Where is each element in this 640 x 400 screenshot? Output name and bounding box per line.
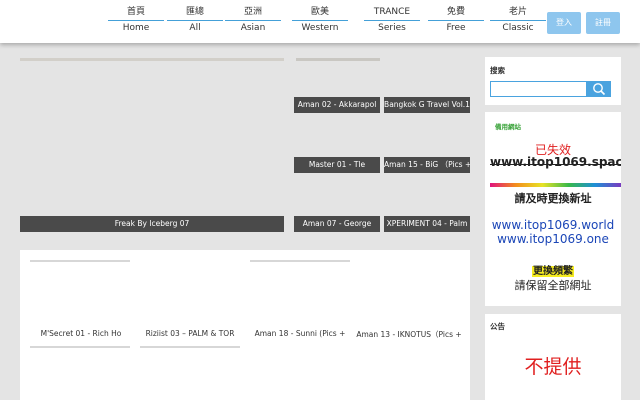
new-url-link[interactable]: www.itop1069.one [485, 232, 621, 246]
backup-sites-widget: 備用網站 已失效 www.itop1069.space 請及時更換新址 www.… [485, 112, 621, 306]
thumbnail-edge [140, 346, 240, 348]
change-often-label: 更換頻繁 [485, 262, 621, 277]
nav-label-en: Home [122, 23, 150, 33]
backup-sites-title: 備用網站 [495, 123, 521, 131]
rainbow-divider [490, 183, 621, 187]
search-button[interactable] [587, 81, 611, 97]
search-icon [593, 83, 606, 96]
strikethrough-line [490, 164, 621, 165]
grid-caption[interactable]: Aman 02 - Akkarapol [294, 97, 380, 113]
login-button[interactable]: 登入 [547, 12, 581, 34]
nav-item-asian[interactable]: 亞洲 Asian [222, 7, 284, 34]
nav-label-zh: TRANCE [373, 7, 411, 17]
notice-title: 公告 [490, 322, 505, 331]
nav-label-zh: 首頁 [126, 7, 145, 17]
grid-caption[interactable]: Bangkok G Travel Vol.1 [384, 97, 470, 113]
nav-label-en: Western [301, 23, 339, 33]
nav-item-classic[interactable]: 老片 Classic [487, 7, 549, 34]
old-url: www.itop1069.space [490, 155, 621, 169]
thumbnail-edge [250, 260, 350, 262]
grid-caption[interactable]: Aman 07 - George [294, 216, 380, 232]
search-input[interactable] [490, 81, 587, 97]
nav-item-series[interactable]: TRANCE Series [361, 7, 423, 34]
featured-thumbnail[interactable] [20, 52, 284, 232]
nav-underline [292, 20, 348, 21]
nav-label-en: Free [446, 23, 466, 33]
video-caption[interactable]: Aman 18 - Sunni (Pics + [245, 329, 355, 338]
top-navbar: 首頁 Home 匯總 All 亞洲 Asian 歐美 Western TRANC… [0, 0, 640, 43]
nav-underline [225, 20, 281, 21]
video-caption[interactable]: Riziist 03 – PALM & TOR [135, 329, 245, 338]
nav-label-zh: 老片 [508, 7, 527, 17]
new-url-link[interactable]: www.itop1069.world [485, 218, 621, 232]
nav-item-free[interactable]: 免費 Free [425, 7, 487, 34]
nav-label-zh: 歐美 [310, 7, 329, 17]
thumbnail-edge [20, 58, 284, 61]
grid-caption[interactable]: Master 01 - Tle [294, 157, 380, 173]
grid-caption[interactable]: Aman 15 - BiG （Pics + [384, 157, 470, 173]
featured-grid: Freak By Iceberg 07 Aman 02 - Akkarapol … [20, 52, 470, 240]
search-title: 搜索 [490, 66, 505, 75]
nav-label-en: Classic [502, 23, 534, 33]
video-caption[interactable]: M'Secret 01 - Rich Ho [26, 329, 136, 338]
nav-underline [167, 20, 223, 21]
notice-widget: 公告 不提供 [485, 314, 621, 400]
video-list-panel: M'Secret 01 - Rich Ho Riziist 03 – PALM … [20, 250, 470, 400]
grid-caption[interactable]: XPERIMENT 04 - Palm [384, 216, 470, 232]
highlighted-text: 更換頻繁 [532, 266, 574, 277]
nav-item-all[interactable]: 匯總 All [164, 7, 226, 34]
register-button[interactable]: 註冊 [586, 12, 620, 34]
nav-underline [108, 20, 164, 21]
thumbnail-edge [296, 58, 380, 61]
thumbnail-edge [30, 346, 130, 348]
nav-label-zh: 亞洲 [243, 7, 262, 17]
nav-underline [428, 20, 484, 21]
notice-text: 不提供 [524, 356, 582, 378]
keep-all-urls-label: 請保留全部網址 [514, 279, 592, 292]
nav-label-zh: 免費 [446, 7, 465, 17]
nav-label-en: All [189, 23, 201, 33]
nav-label-zh: 匯總 [185, 7, 204, 17]
nav-item-western[interactable]: 歐美 Western [289, 7, 351, 34]
nav-underline [364, 20, 420, 21]
nav-underline [490, 20, 546, 21]
featured-caption[interactable]: Freak By Iceberg 07 [20, 216, 284, 232]
thumbnail-edge [30, 260, 130, 262]
nav-label-en: Asian [240, 23, 266, 33]
nav-label-en: Series [378, 23, 406, 33]
change-address-notice: 請及時更換新址 [514, 192, 592, 205]
video-caption[interactable]: Aman 13 - IKNOTUS（Pics + [354, 329, 464, 340]
nav-item-home[interactable]: 首頁 Home [105, 7, 167, 34]
search-widget: 搜索 [485, 57, 621, 105]
